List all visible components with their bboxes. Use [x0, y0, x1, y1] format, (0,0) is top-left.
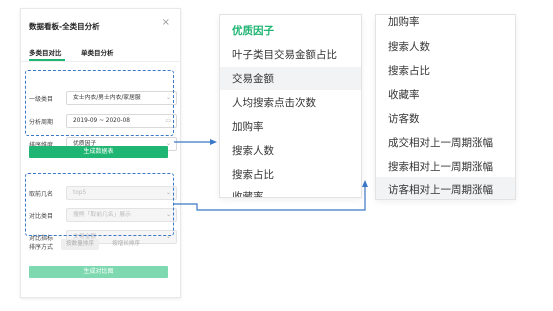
dropdown-option[interactable]: 人均搜索点击次数	[220, 95, 361, 115]
dropdown-sort-dimension: 优质因子 叶子类目交易金额占比 交易金额 人均搜索点击次数 加购率 搜索人数 搜…	[219, 14, 362, 198]
dropdown-option[interactable]: 搜索占比	[220, 167, 361, 187]
dropdown-option[interactable]: 成交相对上一周期涨幅	[376, 135, 515, 155]
dropdown-option[interactable]: 访客数	[376, 111, 515, 131]
dropdown-option[interactable]: 搜索占比	[376, 63, 515, 83]
dropdown-option[interactable]: 搜索相对上一周期涨幅	[376, 159, 515, 179]
arrow-head-2	[362, 180, 368, 187]
dropdown-option[interactable]: 收藏率	[220, 189, 361, 197]
dropdown-option[interactable]: 加购率	[220, 119, 361, 139]
arrow-head-1	[210, 139, 217, 145]
dropdown-option[interactable]: 搜索人数	[376, 39, 515, 59]
dropdown-option-highlighted[interactable]: 交易金额	[220, 67, 361, 90]
dropdown-option[interactable]: 加购率	[376, 15, 515, 34]
dropdown-option[interactable]: 叶子类目交易金额占比	[220, 47, 361, 67]
dropdown-compare-metric: 加购率 搜索人数 搜索占比 收藏率 访客数 成交相对上一周期涨幅 搜索相对上一周…	[375, 14, 516, 200]
dropdown-option[interactable]: 收藏率	[376, 87, 515, 107]
dropdown-option-highlighted[interactable]: 访客相对上一周期涨幅	[376, 177, 515, 199]
dropdown-option[interactable]: 优质因子	[220, 23, 361, 43]
dropdown-option[interactable]: 搜索人数	[220, 143, 361, 163]
